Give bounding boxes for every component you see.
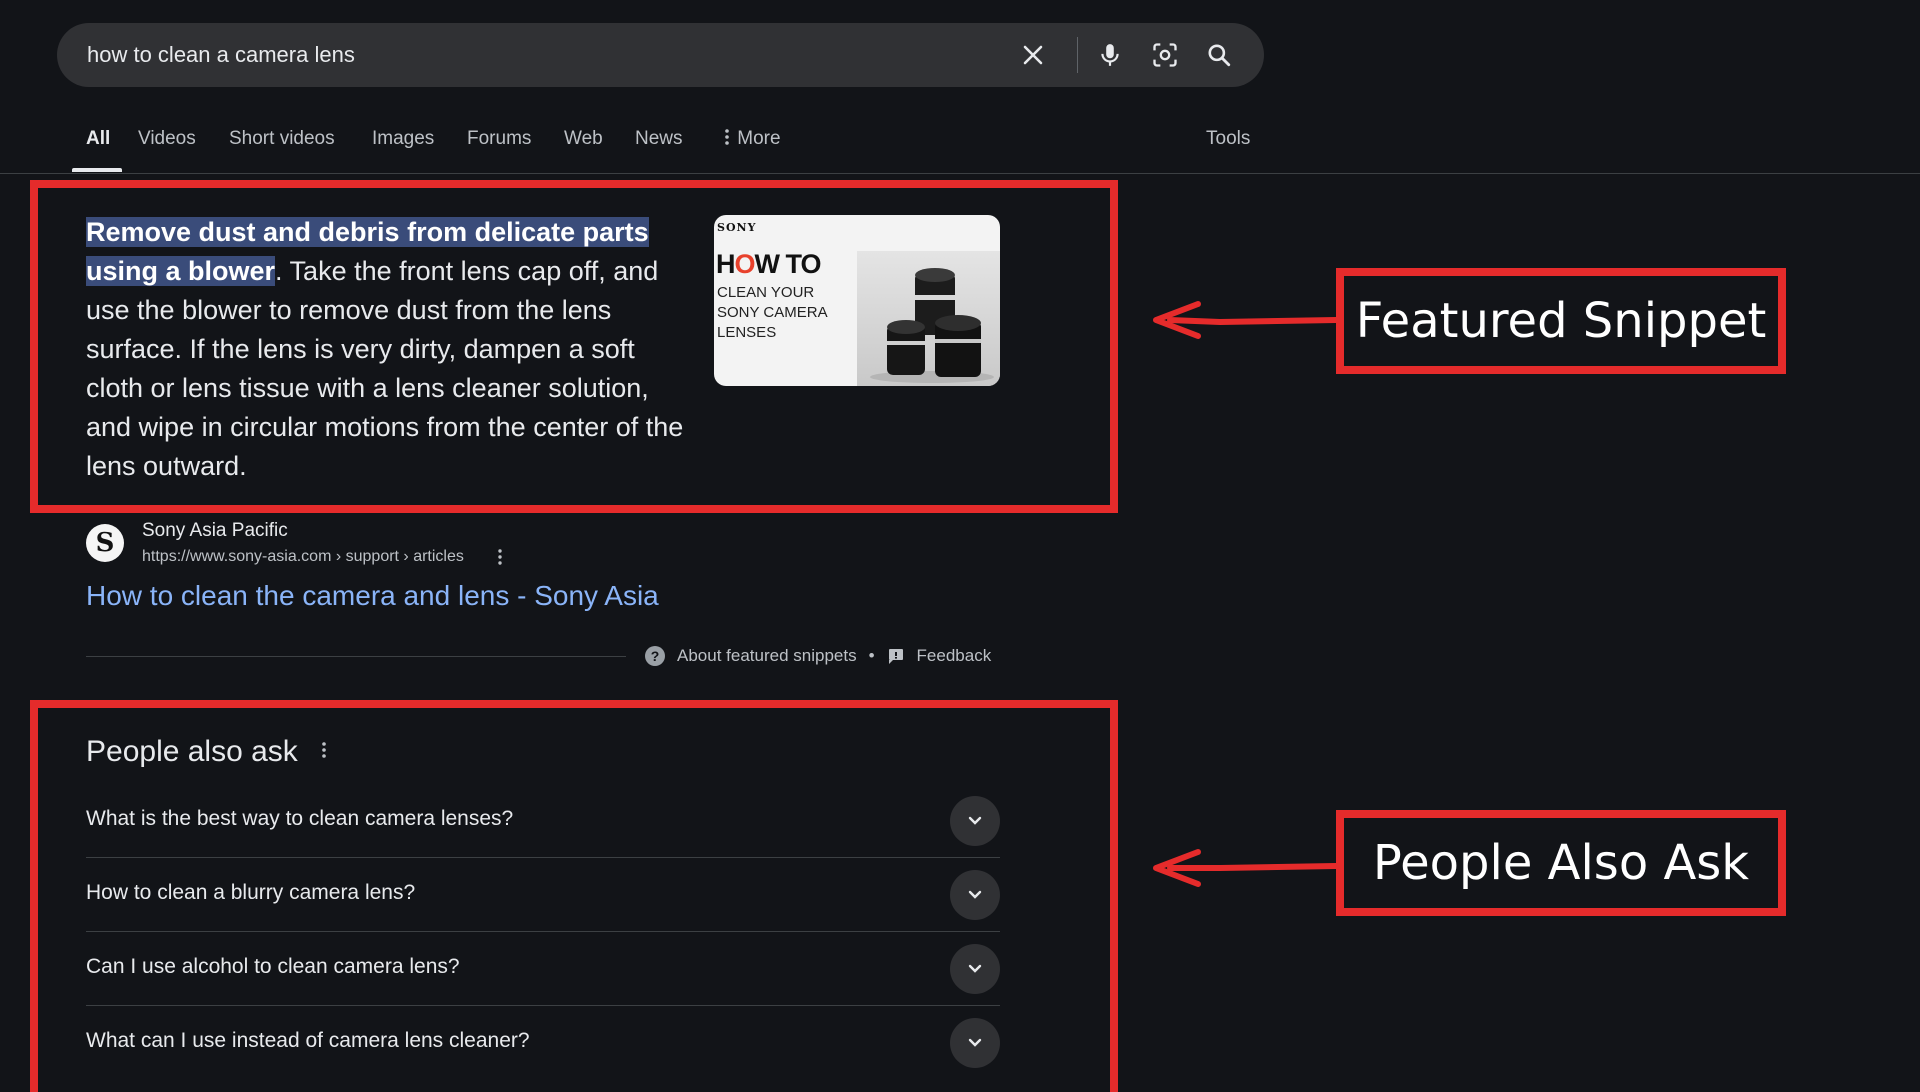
paa-question-text: How to clean a blurry camera lens? [86,881,416,904]
header-divider [0,173,1920,174]
feedback-link[interactable]: Feedback [917,646,992,666]
mic-icon[interactable] [1092,37,1128,73]
thumbnail-title: HOW TO [716,249,822,279]
tab-videos[interactable]: Videos [138,128,196,150]
search-bar-divider [1077,37,1078,73]
source-logo[interactable]: S [86,524,124,562]
tab-all[interactable]: All [86,128,110,150]
paa-question[interactable]: What is the best way to clean camera len… [86,784,1000,858]
paa-question[interactable]: What can I use instead of camera lens cl… [86,1006,1000,1080]
paa-question-text: Can I use alcohol to clean camera lens? [86,955,460,978]
tab-forums[interactable]: Forums [467,128,531,150]
source-more-options-icon[interactable] [496,548,504,571]
paa-question-text: What is the best way to clean camera len… [86,807,514,830]
chevron-down-icon[interactable] [950,944,1000,994]
paa-question[interactable]: How to clean a blurry camera lens? [86,858,1000,932]
tab-web[interactable]: Web [564,128,603,150]
snippet-thumbnail[interactable]: SONY HOW TO CLEAN YOUR SONY CAMERA LENSE… [714,215,1000,386]
featured-snippet-arrow-icon [1153,301,1339,339]
chevron-down-icon[interactable] [950,870,1000,920]
tab-images[interactable]: Images [372,128,434,150]
lens-icon[interactable] [1147,37,1183,73]
paa-title: People also ask [86,735,298,768]
featured-snippet-label: Featured Snippet [1336,268,1786,374]
search-bar[interactable]: how to clean a camera lens [57,23,1264,87]
tab-more-label: More [737,128,781,149]
tab-short-videos[interactable]: Short videos [229,128,335,150]
help-icon: ? [645,646,665,666]
people-also-ask-label: People Also Ask [1336,810,1786,916]
source-name[interactable]: Sony Asia Pacific [142,520,288,542]
search-icon[interactable] [1201,37,1237,73]
chevron-down-icon[interactable] [950,1018,1000,1068]
paa-question[interactable]: Can I use alcohol to clean camera lens? [86,932,1000,1006]
about-featured-snippets-link[interactable]: About featured snippets [677,646,857,666]
thumbnail-subtitle: CLEAN YOUR SONY CAMERA LENSES [717,284,827,341]
paa-more-options-icon[interactable] [320,740,328,766]
active-tab-indicator [72,168,122,172]
snippet-body: . Take the front lens cap off, and use t… [86,256,684,481]
feedback-icon [887,647,905,665]
tab-more[interactable]: More [722,128,781,150]
more-vert-icon [725,129,729,145]
paa-question-text: What can I use instead of camera lens cl… [86,1029,530,1052]
snippet-footer-divider [86,656,626,657]
tools-button[interactable]: Tools [1206,128,1250,150]
thumbnail-brand: SONY [717,221,757,234]
search-input[interactable]: how to clean a camera lens [87,42,355,68]
tab-news[interactable]: News [635,128,683,150]
chevron-down-icon[interactable] [950,796,1000,846]
featured-snippet-text: Remove dust and debris from delicate par… [86,213,686,486]
source-url[interactable]: https://www.sony-asia.com › support › ar… [142,548,464,566]
result-title-link[interactable]: How to clean the camera and lens - Sony … [86,580,659,612]
people-also-ask-arrow-icon [1153,849,1339,887]
camera-lenses-image [857,251,1000,386]
close-icon[interactable] [1015,37,1051,73]
footer-separator: • [868,646,875,665]
snippet-footer: ? About featured snippets • Feedback [645,643,991,669]
